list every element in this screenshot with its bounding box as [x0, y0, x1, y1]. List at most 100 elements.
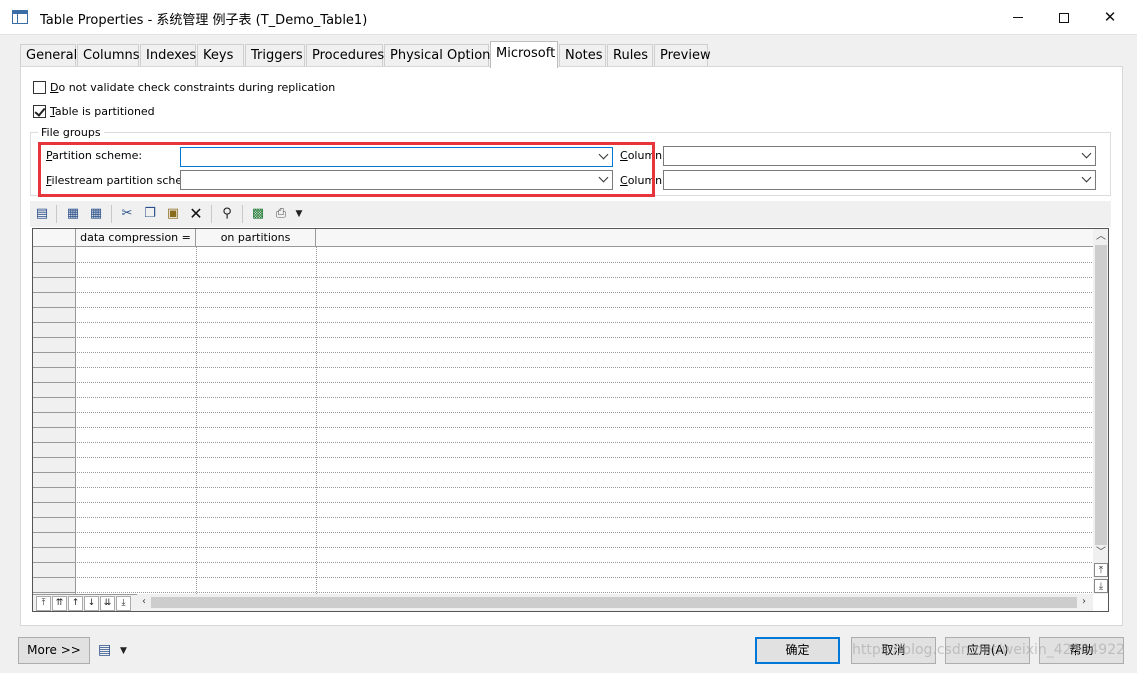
table-row[interactable] [33, 457, 1094, 458]
minimize-button[interactable] [995, 0, 1041, 34]
partitioned-checkbox[interactable] [33, 105, 46, 118]
scroll-up-icon[interactable]: ︿ [1094, 230, 1108, 244]
table-row[interactable] [33, 397, 1094, 398]
no-validate-checkbox[interactable] [33, 81, 46, 94]
partitioned-label: Table is partitioned [50, 105, 155, 118]
tab-keys[interactable]: Keys [197, 44, 244, 67]
compression-grid[interactable]: data compression = on partitions ︿ ﹀ ⤒ ⤓… [32, 228, 1109, 612]
table-row[interactable] [33, 472, 1094, 473]
table-row[interactable] [33, 382, 1094, 383]
column-header-empty [316, 229, 1094, 247]
paste-icon[interactable]: ▣ [164, 205, 182, 223]
row-header-divider [33, 532, 76, 533]
row-header-divider [33, 382, 76, 383]
table-row[interactable] [33, 367, 1094, 368]
table-row[interactable] [33, 517, 1094, 518]
printer-icon[interactable]: ▤ [98, 642, 114, 658]
table-row[interactable] [33, 442, 1094, 443]
move-down-icon[interactable]: ↓ [84, 596, 99, 611]
move-page-down-icon[interactable]: ⇊ [100, 596, 115, 611]
column-header-on-partitions[interactable]: on partitions [196, 229, 316, 247]
scroll-right-icon[interactable]: › [1077, 595, 1091, 609]
table-row[interactable] [33, 562, 1094, 563]
tab-notes[interactable]: Notes [559, 44, 606, 67]
row-header-divider [33, 427, 76, 428]
chevron-down-icon[interactable]: ▼ [120, 646, 127, 656]
tab-procedures[interactable]: Procedures [306, 44, 384, 67]
row-header-divider [33, 277, 76, 278]
close-button[interactable]: ✕ [1087, 0, 1133, 34]
table-row[interactable] [33, 352, 1094, 353]
scroll-down-icon[interactable]: ﹀ [1094, 546, 1108, 560]
row-header-divider [33, 592, 76, 593]
table-row[interactable] [33, 307, 1094, 308]
maximize-button[interactable] [1041, 0, 1087, 34]
vertical-scroll-thumb[interactable] [1095, 245, 1107, 545]
row-header-divider [33, 502, 76, 503]
find-icon[interactable]: ⚲ [218, 205, 236, 223]
delete-icon[interactable]: ✕ [187, 205, 205, 223]
table-row[interactable] [33, 532, 1094, 533]
maximize-icon [1059, 12, 1069, 23]
move-top-icon[interactable]: ⤒ [36, 596, 51, 611]
cut-icon[interactable]: ✂ [118, 205, 136, 223]
grid-corner-header [33, 229, 76, 247]
row-header-divider [33, 322, 76, 323]
add-row-icon[interactable]: ▦ [87, 205, 105, 223]
table-row[interactable] [33, 592, 1094, 593]
horizontal-scrollbar[interactable]: ‹ › [137, 594, 1093, 611]
table-row[interactable] [33, 487, 1094, 488]
row-header-divider [33, 562, 76, 563]
tab-triggers[interactable]: Triggers [245, 44, 305, 67]
grid-toolbar: ▤ ▦ ▦ ✂ ❐ ▣ ✕ ⚲ ▩ ⎙ ▼ [30, 201, 1111, 227]
column-combo-2[interactable] [663, 170, 1096, 190]
insert-row-icon[interactable]: ▦ [64, 205, 82, 223]
scroll-top-icon[interactable]: ⤒ [1094, 563, 1108, 577]
table-row[interactable] [33, 577, 1094, 578]
column-combo-1[interactable] [663, 146, 1096, 166]
toolbar-separator [242, 205, 243, 223]
row-navigation: ⤒ ⇈ ↑ ↓ ⇊ ⤓ [33, 594, 137, 611]
window-title: Table Properties - 系统管理 例子表 (T_Demo_Tabl… [40, 13, 368, 28]
tab-indexes[interactable]: Indexes [140, 44, 196, 67]
tab-rules[interactable]: Rules [607, 44, 653, 67]
row-header-divider [33, 367, 76, 368]
tab-preview[interactable]: Preview [654, 44, 711, 67]
table-row[interactable] [33, 337, 1094, 338]
no-validate-label: Do not validate check constraints during… [50, 81, 336, 94]
tab-general[interactable]: General [20, 44, 77, 67]
table-row[interactable] [33, 412, 1094, 413]
move-bottom-icon[interactable]: ⤓ [116, 596, 131, 611]
move-up-icon[interactable]: ↑ [68, 596, 83, 611]
row-header-divider [33, 307, 76, 308]
ok-button[interactable]: 确定 [755, 637, 840, 664]
excel-export-icon[interactable]: ▩ [249, 205, 267, 223]
row-header-divider [33, 352, 76, 353]
vertical-scrollbar[interactable]: ︿ ﹀ ⤒ ⤓ [1093, 229, 1108, 594]
column-header-data-compression[interactable]: data compression = [76, 229, 196, 247]
more-button[interactable]: More >> [18, 637, 90, 664]
table-row[interactable] [33, 292, 1094, 293]
column-divider [196, 247, 197, 594]
chevron-down-icon[interactable]: ▼ [294, 205, 304, 223]
move-page-up-icon[interactable]: ⇈ [52, 596, 67, 611]
table-row[interactable] [33, 322, 1094, 323]
row-header-divider [33, 292, 76, 293]
print-icon[interactable]: ⎙ [272, 205, 290, 223]
scroll-bottom-icon[interactable]: ⤓ [1094, 579, 1108, 593]
table-row[interactable] [33, 502, 1094, 503]
copy-icon[interactable]: ❐ [141, 205, 159, 223]
tab-physical-options[interactable]: Physical Options [384, 44, 497, 67]
scroll-left-icon[interactable]: ‹ [137, 595, 151, 609]
tab-microsoft[interactable]: Microsoft [490, 41, 558, 68]
row-header-divider [33, 472, 76, 473]
properties-icon[interactable]: ▤ [33, 205, 51, 223]
horizontal-scroll-thumb[interactable] [151, 597, 1077, 608]
table-row[interactable] [33, 262, 1094, 263]
table-row[interactable] [33, 547, 1094, 548]
table-row[interactable] [33, 427, 1094, 428]
chevron-down-icon [1081, 172, 1092, 183]
tab-columns[interactable]: Columns [77, 44, 140, 67]
table-row[interactable] [33, 277, 1094, 278]
table-icon [12, 10, 28, 24]
